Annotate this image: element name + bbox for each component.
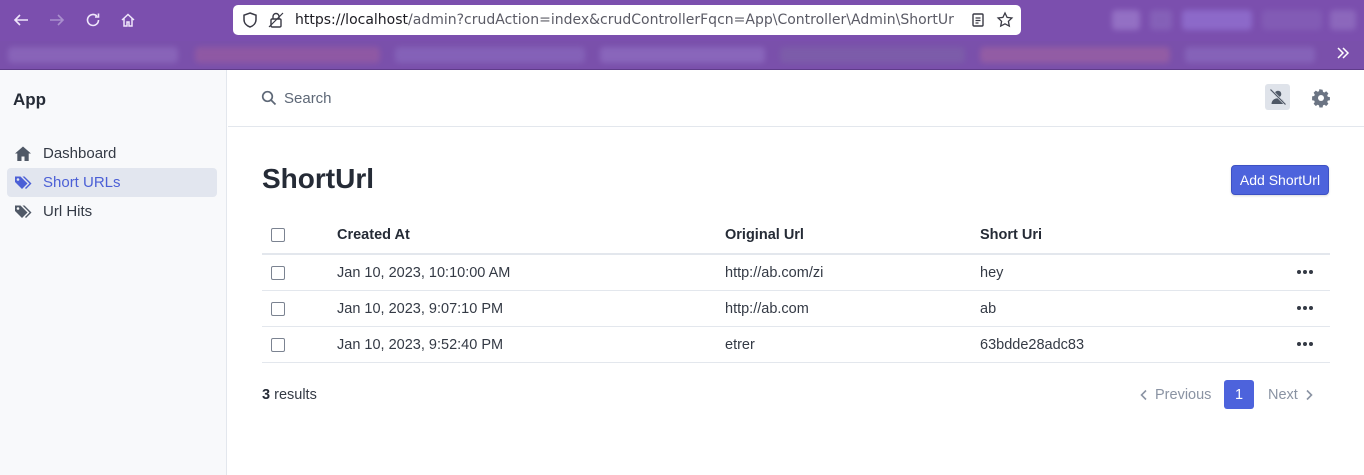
pagination-page-current[interactable]: 1 <box>1224 380 1254 409</box>
cell-original-url: http://ab.com/zi <box>725 265 824 281</box>
row-actions-icon[interactable] <box>1297 337 1315 351</box>
sidebar-item-label: Url Hits <box>43 203 93 220</box>
results-number: 3 <box>262 387 271 403</box>
chevron-left-icon <box>1140 389 1147 401</box>
table-row: Jan 10, 2023, 10:10:00 AM http://ab.com/… <box>262 255 1330 291</box>
cell-short-uri: ab <box>980 301 997 317</box>
sidebar: App Dashboard Short URLs Url Hits <box>0 70 227 475</box>
chevron-right-icon <box>1306 389 1313 401</box>
shorturl-table: Created At Original Url Short Uri Jan 10… <box>262 219 1330 363</box>
column-header-original-url[interactable]: Original Url <box>725 227 804 243</box>
row-actions-icon[interactable] <box>1297 265 1315 279</box>
bookmark-item[interactable] <box>395 47 585 63</box>
home-page-icon[interactable] <box>116 8 140 32</box>
cell-short-uri: 63bdde28adc83 <box>980 337 1085 353</box>
table-row: Jan 10, 2023, 9:07:10 PM http://ab.com a… <box>262 291 1330 327</box>
url-text[interactable]: https://localhost/admin?crudAction=index… <box>295 12 960 28</box>
bookmarks-bar <box>0 41 1364 70</box>
bookmark-item[interactable] <box>780 47 965 63</box>
url-path: /admin?crudAction=index&crudControllerFq… <box>408 12 954 28</box>
cell-original-url: http://ab.com <box>725 301 809 317</box>
reader-view-icon[interactable] <box>969 11 987 29</box>
row-actions-icon[interactable] <box>1297 301 1315 315</box>
sidebar-item-label: Dashboard <box>43 145 117 162</box>
address-bar[interactable]: https://localhost/admin?crudAction=index… <box>233 5 1021 35</box>
tags-icon <box>15 176 32 189</box>
cell-created-at: Jan 10, 2023, 10:10:00 AM <box>337 265 511 281</box>
url-host: https://localhost <box>295 12 409 28</box>
search-input[interactable] <box>284 87 684 109</box>
reload-icon[interactable] <box>81 8 105 32</box>
forward-icon[interactable] <box>45 8 69 32</box>
page-title: ShortUrl <box>262 163 374 194</box>
extension-icon[interactable] <box>1182 10 1252 30</box>
sidebar-item-short-urls[interactable]: Short URLs <box>7 168 217 197</box>
pagination-next[interactable]: Next <box>1268 387 1314 403</box>
sidebar-item-url-hits[interactable]: Url Hits <box>7 197 217 226</box>
extension-icon[interactable] <box>1150 10 1172 30</box>
results-count: 3 results <box>262 387 317 403</box>
user-slash-icon <box>1269 88 1286 106</box>
search-icon <box>261 90 277 106</box>
row-checkbox[interactable] <box>271 338 285 352</box>
cell-short-uri: hey <box>980 265 1004 281</box>
chevrons-right-icon[interactable] <box>1336 45 1350 64</box>
cell-created-at: Jan 10, 2023, 9:52:40 PM <box>337 337 504 353</box>
brand-title[interactable]: App <box>13 90 46 110</box>
extension-icon[interactable] <box>1262 10 1322 30</box>
sidebar-item-dashboard[interactable]: Dashboard <box>7 139 217 168</box>
row-checkbox[interactable] <box>271 302 285 316</box>
bookmark-item[interactable] <box>8 47 178 63</box>
table-row: Jan 10, 2023, 9:52:40 PM etrer 63bdde28a… <box>262 327 1330 363</box>
home-icon <box>15 146 31 161</box>
tags-icon <box>15 205 32 218</box>
sidebar-item-label: Short URLs <box>43 174 121 191</box>
next-label: Next <box>1268 387 1298 403</box>
gear-icon[interactable] <box>1311 88 1331 108</box>
user-menu-button[interactable] <box>1265 84 1290 110</box>
menu-icon[interactable] <box>1330 10 1356 30</box>
table-header: Created At Original Url Short Uri <box>262 219 1330 255</box>
extension-icon[interactable] <box>1112 10 1140 30</box>
select-all-checkbox[interactable] <box>271 228 285 242</box>
row-checkbox[interactable] <box>271 266 285 280</box>
bookmark-item[interactable] <box>195 47 380 63</box>
bookmark-star-icon[interactable] <box>996 11 1014 29</box>
bookmark-item[interactable] <box>980 47 1170 63</box>
content-header <box>228 70 1364 127</box>
browser-toolbar: https://localhost/admin?crudAction=index… <box>0 0 1364 41</box>
lock-icon[interactable] <box>267 11 285 29</box>
previous-label: Previous <box>1155 387 1212 403</box>
results-label: results <box>274 387 317 403</box>
column-header-created-at[interactable]: Created At <box>337 227 410 243</box>
bookmark-item[interactable] <box>600 47 765 63</box>
shield-icon[interactable] <box>241 11 259 29</box>
add-shorturl-button[interactable]: Add ShortUrl <box>1231 165 1329 195</box>
column-header-short-uri[interactable]: Short Uri <box>980 227 1042 243</box>
bookmark-item[interactable] <box>1185 47 1315 63</box>
cell-created-at: Jan 10, 2023, 9:07:10 PM <box>337 301 504 317</box>
back-icon[interactable] <box>9 8 33 32</box>
pagination-previous[interactable]: Previous <box>1139 387 1211 403</box>
cell-original-url: etrer <box>725 337 755 353</box>
